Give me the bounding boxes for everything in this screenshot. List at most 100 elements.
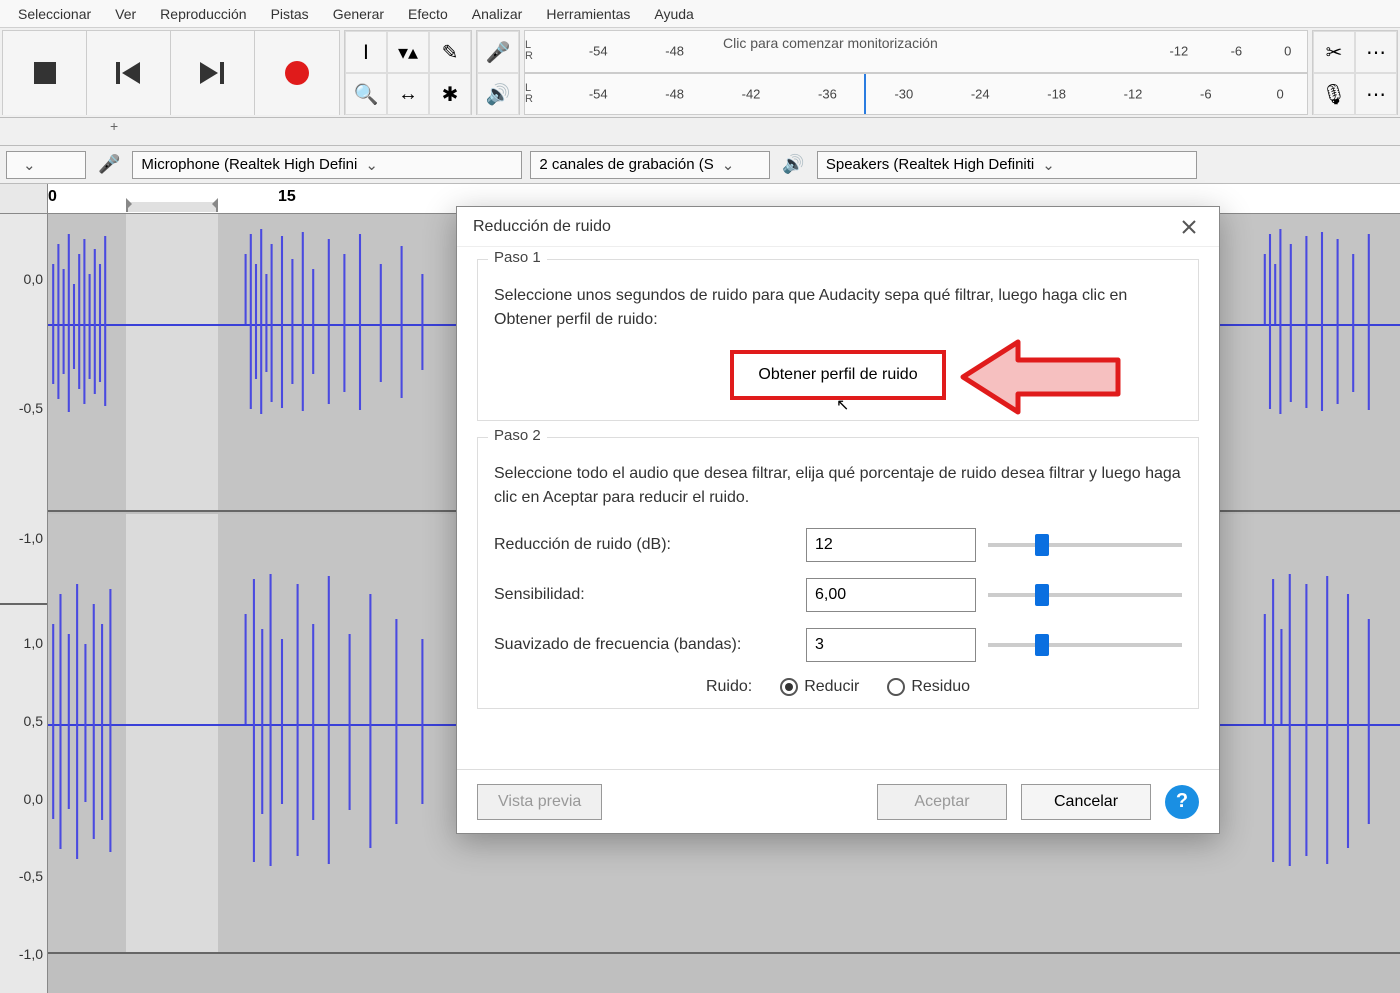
toolbar: Ⅰ ▾▴ ✎ 🔍 ↔ ✱ 🎤 🔊 LR -54 -48 Clic para co… xyxy=(0,28,1400,118)
speaker-icon[interactable]: 🔊 xyxy=(477,73,519,115)
playback-meter[interactable]: LR -54 -48 -42 -36 -30 -24 -18 -12 -6 0 xyxy=(524,73,1308,116)
menu-herramientas[interactable]: Herramientas xyxy=(534,2,642,26)
radio-residue[interactable]: Residuo xyxy=(887,678,970,696)
clip-tools: ✂ ⋯ 🎙 ⋯ xyxy=(1312,30,1398,115)
menu-analizar[interactable]: Analizar xyxy=(460,2,535,26)
mic-small-icon[interactable]: 🎙 xyxy=(1313,73,1355,115)
step2-group: Paso 2 Seleccione todo el audio que dese… xyxy=(477,437,1199,709)
cut-icon[interactable]: ✂ xyxy=(1313,31,1355,73)
close-icon xyxy=(1182,220,1196,234)
meter-tick: -48 xyxy=(665,86,684,101)
scale-label: 0,0 xyxy=(24,271,43,287)
menu-reproduccion[interactable]: Reproducción xyxy=(148,2,258,26)
scale-label: -1,0 xyxy=(19,530,43,546)
menu-ver[interactable]: Ver xyxy=(103,2,148,26)
playback-device-combo[interactable]: Speakers (Realtek High Definiti⌄ xyxy=(817,151,1197,179)
scale-label: -0,5 xyxy=(19,400,43,416)
menu-ayuda[interactable]: Ayuda xyxy=(642,2,705,26)
meter-tick: -54 xyxy=(589,86,608,101)
more-icon[interactable]: ⋯ xyxy=(1355,31,1397,73)
draw-tool-icon[interactable]: ✎ xyxy=(429,31,471,73)
stop-button[interactable] xyxy=(3,31,87,115)
pin-plus-icon[interactable]: + xyxy=(110,118,118,134)
audio-host-combo[interactable]: ⌄ xyxy=(6,151,86,179)
monitor-hint[interactable]: Clic para comenzar monitorización xyxy=(723,35,938,51)
record-button[interactable] xyxy=(255,31,339,115)
help-button[interactable]: ? xyxy=(1165,785,1199,819)
ruler-corner xyxy=(0,184,48,214)
envelope-tool-icon[interactable]: ▾▴ xyxy=(387,31,429,73)
meter-tick: -24 xyxy=(971,86,990,101)
scale-label: -0,5 xyxy=(19,868,43,884)
zoom-tool-icon[interactable]: 🔍 xyxy=(345,73,387,115)
menu-bar: Seleccionar Ver Reproducción Pistas Gene… xyxy=(0,0,1400,28)
vertical-scale: 0,0 -0,5 -1,0 1,0 0,5 0,0 -0,5 -1,0 xyxy=(0,214,48,993)
smoothing-label: Suavizado de frecuencia (bandas): xyxy=(494,636,794,654)
smoothing-input[interactable] xyxy=(806,628,976,662)
meter-tick: -6 xyxy=(1200,86,1212,101)
sensitivity-slider[interactable] xyxy=(988,583,1182,607)
chevron-down-icon: ⌄ xyxy=(1042,156,1055,174)
scale-label: 0,0 xyxy=(24,791,43,807)
step1-legend: Paso 1 xyxy=(488,249,547,266)
chevron-down-icon: ⌄ xyxy=(722,156,735,174)
step2-text: Seleccione todo el audio que desea filtr… xyxy=(494,462,1182,510)
menu-efecto[interactable]: Efecto xyxy=(396,2,460,26)
speaker-icon: 🔊 xyxy=(778,154,808,175)
lr-labels: LR xyxy=(525,40,543,62)
menu-generar[interactable]: Generar xyxy=(321,2,396,26)
meter-tick: -12 xyxy=(1124,86,1143,101)
meter-tick: -18 xyxy=(1047,86,1066,101)
meter-tick: -30 xyxy=(894,86,913,101)
radio-checked-icon xyxy=(780,678,798,696)
recording-device-combo[interactable]: Microphone (Realtek High Defini⌄ xyxy=(132,151,522,179)
chevron-down-icon: ⌄ xyxy=(365,156,378,174)
meter-tick: -6 xyxy=(1231,44,1243,59)
multi-tool-icon[interactable]: ✱ xyxy=(429,73,471,115)
ruler-selection[interactable] xyxy=(126,202,218,212)
close-button[interactable] xyxy=(1175,213,1203,241)
preview-button[interactable]: Vista previa xyxy=(477,784,602,820)
ruler-tick: 0 xyxy=(48,188,57,206)
accept-button[interactable]: Aceptar xyxy=(877,784,1007,820)
step1-group: Paso 1 Seleccione unos segundos de ruido… xyxy=(477,259,1199,421)
noise-mode-label: Ruido: xyxy=(706,678,752,696)
meter-tick: -48 xyxy=(665,44,684,59)
pin-bar: + xyxy=(0,118,1400,146)
scale-label: 1,0 xyxy=(24,635,43,651)
overflow-icon[interactable]: ⋯ xyxy=(1355,73,1397,115)
meter-tick: -12 xyxy=(1169,44,1188,59)
mic-icon: 🎤 xyxy=(94,154,124,175)
timeshift-tool-icon[interactable]: ↔ xyxy=(387,73,429,115)
ruler-tick: 15 xyxy=(278,188,296,206)
menu-seleccionar[interactable]: Seleccionar xyxy=(6,2,103,26)
get-noise-profile-button[interactable]: Obtener perfil de ruido xyxy=(730,350,945,400)
noise-reduction-slider[interactable] xyxy=(988,533,1182,557)
edit-tools: Ⅰ ▾▴ ✎ 🔍 ↔ ✱ xyxy=(344,30,472,115)
sensitivity-input[interactable] xyxy=(806,578,976,612)
cancel-button[interactable]: Cancelar xyxy=(1021,784,1151,820)
noise-reduction-dialog: Reducción de ruido Paso 1 Seleccione uno… xyxy=(456,206,1220,834)
radio-reduce[interactable]: Reducir xyxy=(780,678,859,696)
meter-tick: -54 xyxy=(589,44,608,59)
selection-tool-icon[interactable]: Ⅰ xyxy=(345,31,387,73)
meter-tick: -42 xyxy=(742,86,761,101)
menu-pistas[interactable]: Pistas xyxy=(259,2,321,26)
sensitivity-label: Sensibilidad: xyxy=(494,586,794,604)
noise-reduction-label: Reducción de ruido (dB): xyxy=(494,536,794,554)
mic-icon[interactable]: 🎤 xyxy=(477,31,519,73)
noise-reduction-input[interactable] xyxy=(806,528,976,562)
meter-tick: 0 xyxy=(1284,44,1291,59)
recording-channels-combo[interactable]: 2 canales de grabación (S⌄ xyxy=(530,151,770,179)
dialog-titlebar[interactable]: Reducción de ruido xyxy=(457,207,1219,247)
skip-start-button[interactable] xyxy=(87,31,171,115)
recording-meter[interactable]: LR -54 -48 Clic para comenzar monitoriza… xyxy=(524,30,1308,73)
io-icons: 🎤 🔊 xyxy=(476,30,520,115)
step1-text: Seleccione unos segundos de ruido para q… xyxy=(494,284,1182,332)
step2-legend: Paso 2 xyxy=(488,427,547,444)
skip-end-button[interactable] xyxy=(171,31,255,115)
scale-label: -1,0 xyxy=(19,946,43,962)
playback-meter-marker xyxy=(864,74,866,115)
smoothing-slider[interactable] xyxy=(988,633,1182,657)
device-toolbar: ⌄ 🎤 Microphone (Realtek High Defini⌄ 2 c… xyxy=(0,146,1400,184)
